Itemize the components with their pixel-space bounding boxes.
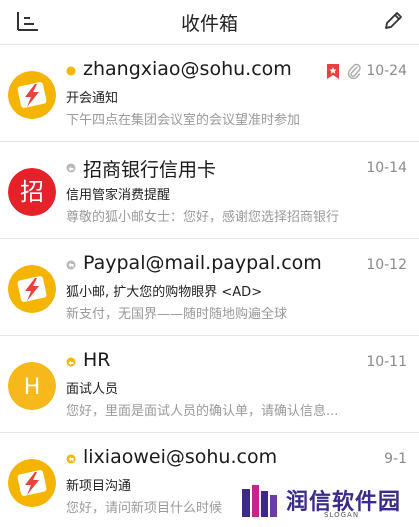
flag-icon[interactable]: [327, 64, 339, 79]
mail-subject: 狐小邮, 扩大您的购物眼界 <AD>: [66, 285, 263, 300]
mail-item[interactable]: Paypal@mail.paypal.com 10-12 狐小邮, 扩大您的购物…: [0, 239, 419, 336]
sender-name: Paypal@mail.paypal.com: [83, 252, 322, 274]
mail-date: 10-11: [366, 354, 407, 370]
h-avatar: H: [8, 362, 56, 410]
mail-subject: 信用管家消费提醒: [66, 188, 171, 203]
mail-item[interactable]: H HR 10-11 面试人员 您好，里面是面试人员的确认单，请确认信息...: [0, 336, 419, 433]
mail-date: 10-24: [366, 63, 407, 79]
replied-icon: [66, 454, 76, 464]
mail-subject: 面试人员: [66, 382, 119, 397]
mail-preview: 下午四点在集团会议室的会议望准时参加: [66, 113, 301, 128]
sender-name: HR: [83, 349, 111, 371]
brand-watermark: 润信软件园 SLOGAN: [240, 483, 410, 523]
mail-date: 10-14: [366, 160, 407, 176]
inbox-screen: 收件箱 zhangxiao@sohu.com 10-24 开会通知 下午四点在集…: [0, 0, 419, 527]
top-bar: 收件箱: [0, 0, 419, 45]
brand-slogan: SLOGAN: [324, 511, 360, 519]
page-title: 收件箱: [180, 13, 238, 35]
zhao-avatar: 招: [8, 168, 56, 216]
forwarded-icon: [66, 163, 76, 173]
svg-text:招: 招: [20, 178, 44, 206]
compose-icon[interactable]: [381, 9, 405, 33]
mail-preview: 您好，里面是面试人员的确认单，请确认信息...: [66, 404, 339, 419]
sender-name: zhangxiao@sohu.com: [83, 58, 292, 80]
mail-list: zhangxiao@sohu.com 10-24 开会通知 下午四点在集团会议室…: [0, 45, 419, 527]
replied-icon: [66, 260, 76, 270]
svg-text:H: H: [24, 375, 41, 400]
mail-preview: 尊敬的狐小邮女士：您好，感谢您选择招商银行: [66, 210, 340, 225]
mail-date: 9-1: [384, 451, 407, 467]
forwarded-icon: [66, 357, 76, 367]
mail-preview: 新支付，无国界——随时随地购遍全球: [66, 307, 288, 322]
lightning-avatar: [8, 265, 56, 313]
attachment-icon: [347, 63, 361, 80]
mail-item[interactable]: 招 招商银行信用卡 10-14 信用管家消费提醒 尊敬的狐小邮女士：您好，感谢您…: [0, 142, 419, 239]
mail-subject: 新项目沟通: [66, 479, 132, 494]
sender-name: lixiaowei@sohu.com: [83, 446, 278, 468]
mail-preview: 您好，请问新项目什么时候: [66, 501, 223, 516]
mail-subject: 开会通知: [66, 91, 119, 106]
mail-item[interactable]: zhangxiao@sohu.com 10-24 开会通知 下午四点在集团会议室…: [0, 45, 419, 142]
lightning-avatar: [8, 459, 56, 507]
sender-name: 招商银行信用卡: [83, 159, 217, 181]
lightning-avatar: [8, 71, 56, 119]
unread-dot-icon: [66, 66, 76, 76]
mail-date: 10-12: [366, 257, 407, 273]
brand-logo-icon: [242, 485, 278, 519]
